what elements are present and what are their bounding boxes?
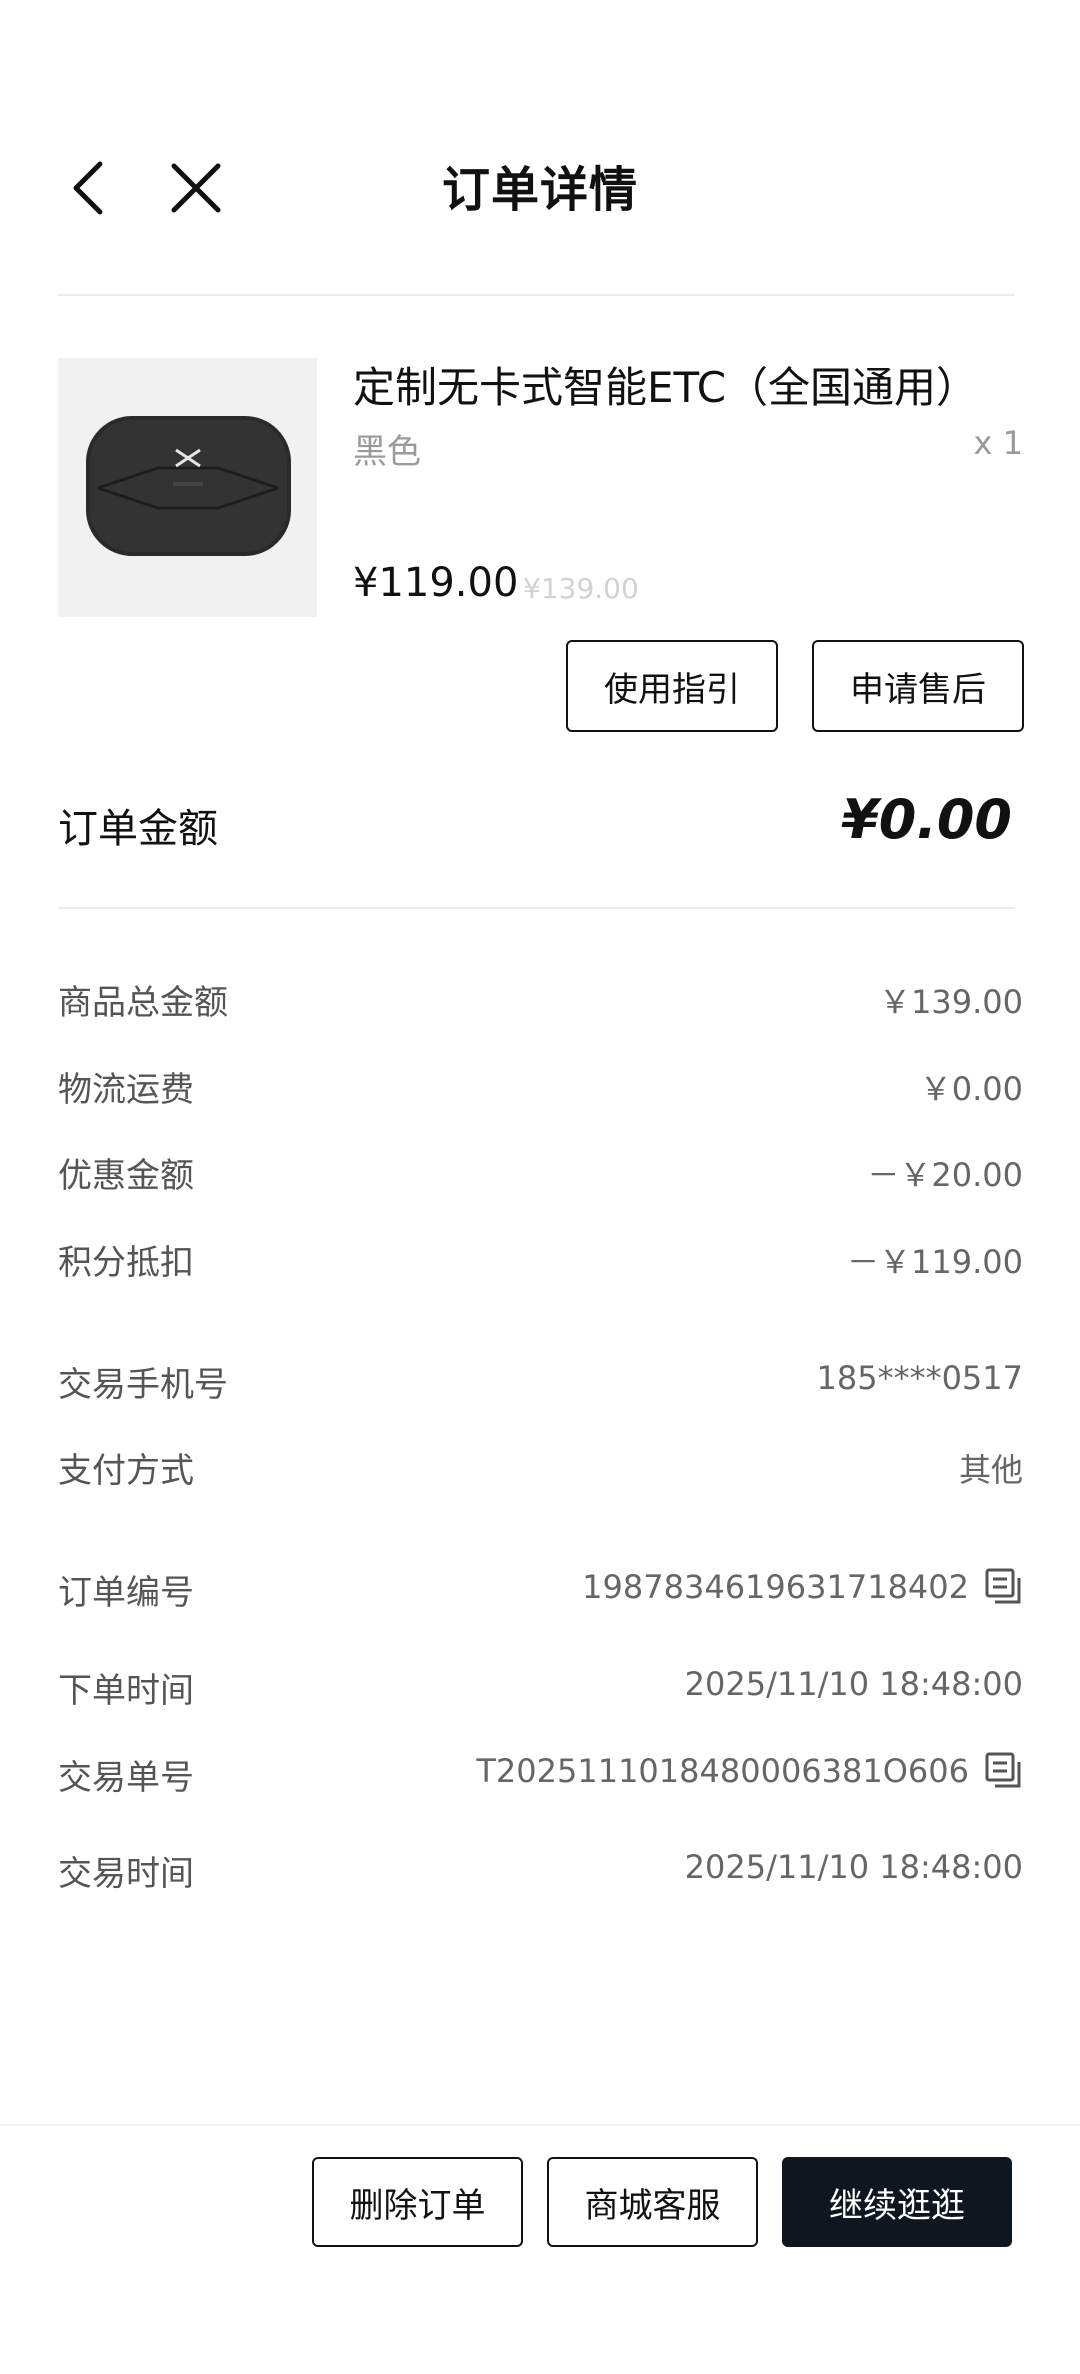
after-sale-button[interactable]: 申请售后 — [812, 640, 1024, 732]
detail-value-order-time: 2025/11/10 18:48:00 — [684, 1665, 1023, 1703]
detail-value-order-number: 1987834619631718402 — [582, 1568, 1023, 1606]
detail-value-payment: 其他 — [958, 1451, 1023, 1489]
delete-order-button[interactable]: 删除订单 — [312, 2157, 523, 2247]
detail-label-points: 积分抵扣 — [58, 1243, 194, 1283]
page-title: 订单详情 — [441, 162, 638, 218]
detail-label-order-number: 订单编号 — [58, 1573, 194, 1613]
detail-label-shipping: 物流运费 — [58, 1070, 194, 1110]
detail-label-payment: 支付方式 — [58, 1451, 194, 1491]
amount-divider — [58, 907, 1015, 909]
continue-shopping-button[interactable]: 继续逛逛 — [782, 2157, 1012, 2247]
product-image[interactable] — [58, 358, 317, 617]
detail-label-order-time: 下单时间 — [58, 1671, 194, 1711]
order-amount-label: 订单金额 — [58, 806, 218, 852]
detail-value-phone: 185****0517 — [816, 1359, 1023, 1397]
detail-value-goods-total: ￥139.00 — [879, 983, 1023, 1021]
copy-icon[interactable] — [985, 1568, 1023, 1606]
detail-label-phone: 交易手机号 — [58, 1365, 228, 1405]
detail-label-trade-number: 交易单号 — [58, 1758, 194, 1798]
detail-label-trade-time: 交易时间 — [58, 1854, 194, 1894]
detail-label-discount: 优惠金额 — [58, 1156, 194, 1196]
customer-service-button[interactable]: 商城客服 — [547, 2157, 758, 2247]
detail-label-goods-total: 商品总金额 — [58, 983, 228, 1023]
product-quantity: x 1 — [973, 424, 1023, 462]
detail-value-shipping: ￥0.00 — [919, 1070, 1023, 1108]
etc-device-image — [86, 416, 291, 556]
order-amount-value: ¥0.00 — [841, 788, 1012, 851]
usage-guide-button[interactable]: 使用指引 — [566, 640, 778, 732]
product-name[interactable]: 定制无卡式智能ETC（全国通用） — [353, 354, 978, 415]
detail-value-discount: －￥20.00 — [867, 1156, 1023, 1194]
product-original-price: ¥139.00 — [523, 572, 639, 605]
detail-value-trade-time: 2025/11/10 18:48:00 — [684, 1848, 1023, 1886]
product-variant: 黑色 — [353, 432, 421, 472]
header-divider — [58, 294, 1015, 296]
copy-icon[interactable] — [985, 1752, 1023, 1790]
detail-value-trade-number: T2025111018480006381O606 — [476, 1752, 1023, 1790]
product-price: ¥119.00 — [353, 560, 519, 606]
detail-value-points: －￥119.00 — [847, 1243, 1023, 1281]
bottom-bar-divider — [0, 2124, 1080, 2126]
